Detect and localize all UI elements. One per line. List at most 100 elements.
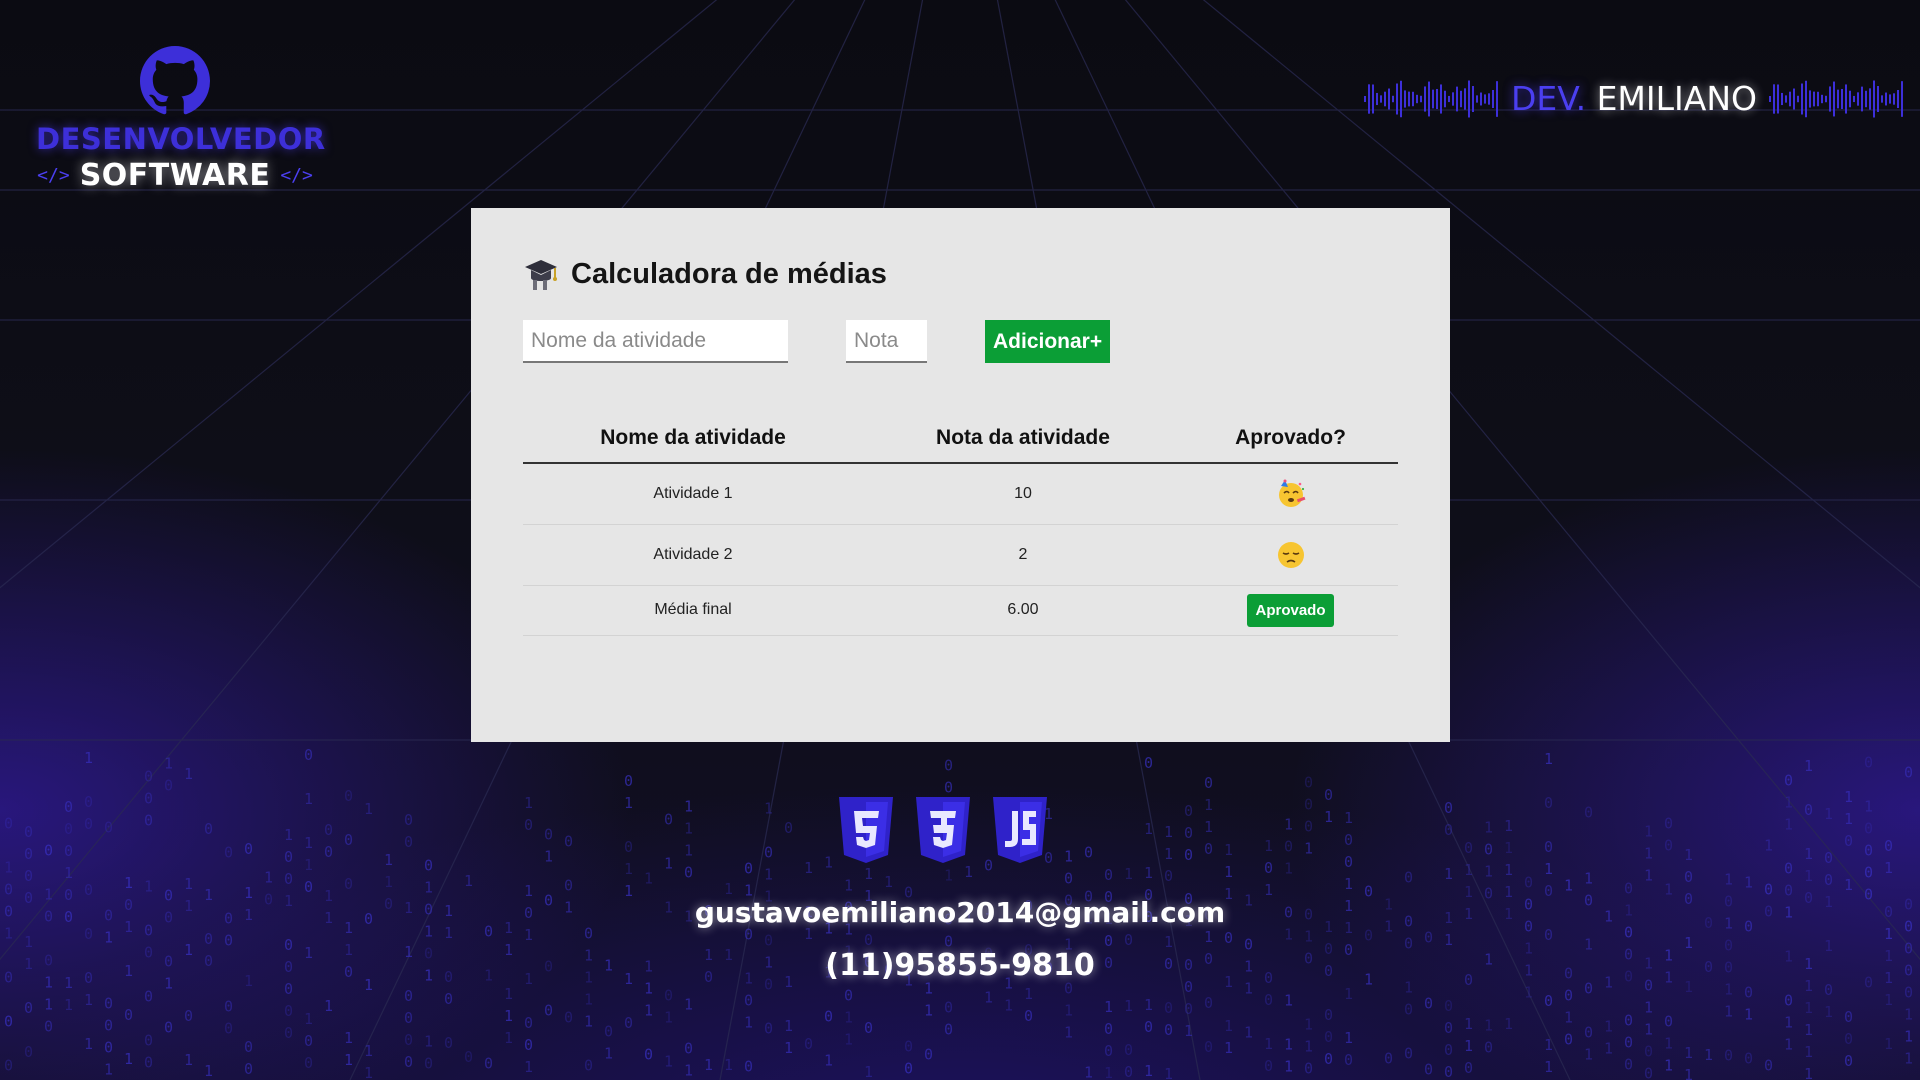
binary-digit: 1 [964, 863, 973, 881]
binary-digit: 1 [1324, 808, 1333, 826]
binary-digit: 0 [1664, 836, 1673, 854]
binary-digit: 1 [1304, 1038, 1313, 1056]
binary-digit: 0 [744, 1057, 753, 1075]
binary-digit: 0 [1124, 931, 1133, 949]
binary-digit: 1 [1164, 823, 1173, 841]
binary-digit: 0 [1484, 1039, 1493, 1057]
binary-digit: 1 [524, 1058, 533, 1076]
wave-bar [1781, 92, 1783, 106]
dev-prefix: DEV. [1511, 79, 1587, 118]
binary-digit: 0 [24, 867, 33, 885]
binary-digit: 0 [64, 798, 73, 816]
wave-bar [1893, 93, 1895, 105]
binary-digit: 1 [1724, 870, 1733, 888]
binary-digit: 0 [764, 844, 773, 862]
binary-digit: 1 [1544, 860, 1553, 878]
binary-digit: 0 [1344, 1051, 1353, 1069]
binary-digit: 0 [1344, 853, 1353, 871]
binary-digit: 1 [4, 859, 13, 877]
binary-digit: 1 [684, 995, 693, 1013]
binary-digit: 1 [804, 859, 813, 877]
activity-name-input[interactable] [523, 320, 788, 363]
binary-digit: 1 [844, 1030, 853, 1048]
binary-digit: 1 [724, 1056, 733, 1074]
binary-digit: 0 [1184, 824, 1193, 842]
binary-digit: 0 [924, 1046, 933, 1064]
wave-bar [1889, 94, 1891, 104]
binary-digit: 1 [784, 1039, 793, 1057]
binary-digit: 0 [1844, 1052, 1853, 1070]
sound-wave-icon [1769, 80, 1903, 118]
binary-digit: 0 [204, 930, 213, 948]
binary-digit: 1 [364, 1064, 373, 1080]
wave-bar [1424, 86, 1426, 112]
binary-digit: 0 [1164, 867, 1173, 885]
binary-digit: 1 [504, 1029, 513, 1047]
binary-digit: 0 [1184, 846, 1193, 864]
tech-icons [836, 797, 1050, 863]
binary-digit: 1 [344, 1051, 353, 1069]
binary-digit: 0 [444, 1034, 453, 1052]
binary-digit: 0 [284, 1002, 293, 1020]
binary-digit: 1 [644, 1001, 653, 1019]
binary-digit: 1 [1604, 1018, 1613, 1036]
binary-digit: 0 [1264, 991, 1273, 1009]
binary-digit: 0 [1324, 1006, 1333, 1024]
add-button[interactable]: Adicionar+ [985, 320, 1111, 363]
binary-digit: 0 [1304, 1060, 1313, 1078]
binary-digit: 1 [1264, 1035, 1273, 1053]
binary-digit: 0 [524, 816, 533, 834]
binary-digit: 1 [1764, 837, 1773, 855]
binary-digit: 0 [24, 999, 33, 1017]
binary-digit: 0 [1544, 838, 1553, 856]
binary-digit: 1 [824, 853, 833, 871]
grade-input[interactable] [846, 320, 927, 363]
binary-digit: 1 [1464, 861, 1473, 879]
binary-digit: 0 [64, 820, 73, 838]
binary-digit: 0 [284, 870, 293, 888]
wave-bar [1845, 84, 1847, 114]
sound-wave-icon [1364, 80, 1498, 118]
binary-digit: 0 [564, 1009, 573, 1027]
binary-digit: 0 [464, 1048, 473, 1066]
binary-digit: 1 [304, 1010, 313, 1028]
binary-digit: 0 [1844, 1030, 1853, 1048]
binary-digit: 1 [1744, 1005, 1753, 1023]
binary-digit: 0 [304, 746, 313, 764]
approved-cell [1183, 524, 1398, 586]
binary-digit: 0 [1664, 1012, 1673, 1030]
binary-digit: 1 [1904, 1005, 1913, 1023]
wave-bar [1400, 80, 1402, 118]
binary-digit: 0 [564, 877, 573, 895]
binary-digit: 1 [1564, 877, 1573, 895]
binary-digit: 0 [284, 848, 293, 866]
binary-digit: 0 [1224, 929, 1233, 947]
binary-digit: 1 [204, 1062, 213, 1080]
binary-digit: 0 [1664, 814, 1673, 832]
wave-bar [1769, 96, 1771, 102]
css3-icon [916, 797, 970, 863]
binary-digit: 0 [1124, 1063, 1133, 1080]
binary-digit: 0 [944, 756, 953, 774]
binary-digit: 1 [1684, 1066, 1693, 1080]
binary-digit: 1 [684, 819, 693, 837]
binary-digit: 0 [1164, 1021, 1173, 1039]
binary-digit: 1 [1144, 820, 1153, 838]
binary-digit: 0 [344, 875, 353, 893]
binary-digit: 1 [324, 997, 333, 1015]
binary-digit: 1 [424, 1032, 433, 1050]
binary-digit: 0 [1724, 1046, 1733, 1064]
binary-digit: 1 [1724, 1002, 1733, 1020]
binary-digit: 1 [1204, 796, 1213, 814]
final-status-cell: Aprovado [1183, 585, 1398, 636]
binary-digit: 1 [1464, 1015, 1473, 1033]
binary-digit: 0 [1124, 1041, 1133, 1059]
binary-digit: 0 [1784, 860, 1793, 878]
binary-digit: 1 [584, 990, 593, 1008]
binary-digit: 0 [1304, 818, 1313, 836]
binary-digit: 0 [1184, 1000, 1193, 1018]
wave-bar [1773, 84, 1775, 114]
binary-digit: 0 [1864, 820, 1873, 838]
github-icon [140, 46, 210, 115]
wave-bar [1873, 80, 1875, 118]
